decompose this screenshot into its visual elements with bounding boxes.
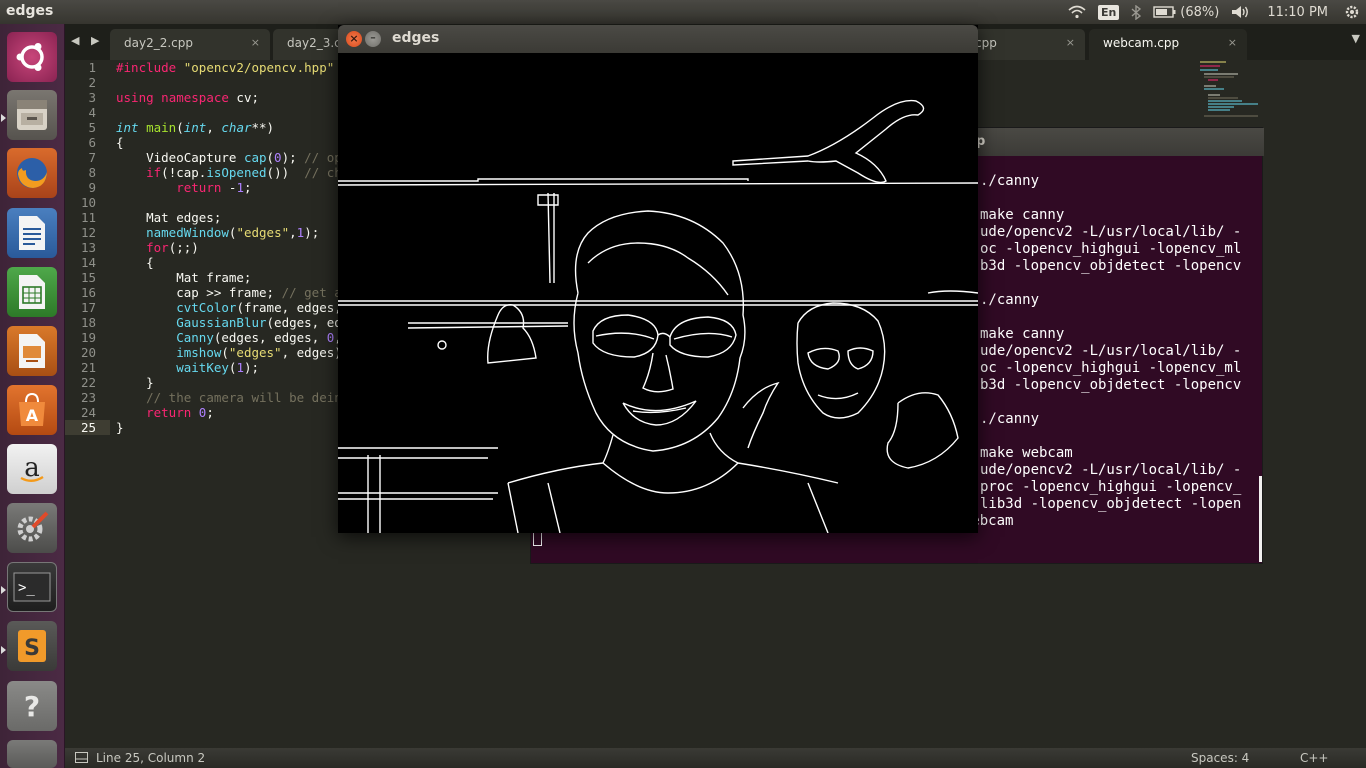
- line-number: 5: [88, 120, 96, 135]
- line-number: 24: [80, 405, 96, 420]
- files-icon[interactable]: [7, 90, 57, 140]
- line-number: 18: [80, 315, 96, 330]
- terminal-line: ./canny: [980, 292, 1040, 308]
- tab-close-icon[interactable]: ×: [1228, 36, 1237, 49]
- keyboard-layout-label: En: [1097, 4, 1120, 20]
- tab-webcam[interactable]: webcam.cpp ×: [1089, 29, 1247, 60]
- line-number: 25: [65, 420, 110, 435]
- cursor-position: Line 25, Column 2: [96, 751, 206, 765]
- terminal-line: lib3d -lopencv_objdetect -lopen: [980, 496, 1242, 512]
- line-number: 20: [80, 345, 96, 360]
- indicator-area: En (68%) 11:10 PM: [1062, 0, 1366, 24]
- active-window-title: edges: [6, 3, 54, 19]
- running-indicator: [1, 586, 6, 594]
- svg-text:>_: >_: [18, 580, 35, 596]
- terminal-line: ude/opencv2 -L/usr/local/lib/ -: [980, 343, 1242, 359]
- system-settings-icon[interactable]: [7, 503, 57, 553]
- bluetooth-icon[interactable]: [1125, 0, 1147, 24]
- indentation-setting[interactable]: Spaces: 4: [1191, 751, 1249, 765]
- minimize-icon[interactable]: –: [365, 31, 381, 47]
- canny-edge-image: [338, 53, 978, 533]
- tab-hidden-cpp[interactable]: cpp ×: [965, 29, 1085, 60]
- terminal-scrollbar[interactable]: [1259, 476, 1262, 562]
- battery-percent: (68%): [1180, 4, 1220, 20]
- tab-label: day2_2.cpp: [124, 36, 193, 50]
- terminal-line: ./canny: [980, 411, 1040, 427]
- launcher: A a >_ S ?: [0, 24, 65, 768]
- terminal-line: ./canny: [980, 173, 1040, 189]
- terminal-line: oc -lopencv_highgui -lopencv_ml: [980, 360, 1242, 376]
- battery-icon: [1153, 6, 1176, 18]
- running-indicator: [1, 114, 6, 122]
- line-number: 3: [88, 90, 96, 105]
- wifi-icon[interactable]: [1062, 0, 1092, 24]
- keyboard-layout-indicator[interactable]: En: [1092, 0, 1125, 24]
- line-number: 21: [80, 360, 96, 375]
- line-number: 11: [80, 210, 96, 225]
- tab-label: day2_3.c: [287, 36, 341, 50]
- line-number: 2: [88, 75, 96, 90]
- line-number: 4: [88, 105, 96, 120]
- terminal-line: proc -lopencv_highgui -lopencv_: [980, 479, 1242, 495]
- line-number: 9: [88, 180, 96, 195]
- volume-icon[interactable]: [1225, 0, 1257, 24]
- edges-titlebar[interactable]: × – edges: [338, 25, 978, 53]
- terminal-line: make canny: [980, 326, 1065, 342]
- ubuntu-dash-icon[interactable]: [7, 32, 57, 82]
- firefox-icon[interactable]: [7, 148, 57, 198]
- terminal-line: oc -lopencv_highgui -lopencv_ml: [980, 241, 1242, 257]
- edges-window-title: edges: [392, 30, 440, 46]
- terminal-line: ude/opencv2 -L/usr/local/lib/ -: [980, 224, 1242, 240]
- line-number: 7: [88, 150, 96, 165]
- tab-overflow-icon[interactable]: ▼: [1352, 32, 1360, 45]
- terminal-icon[interactable]: >_: [7, 562, 57, 612]
- battery-indicator[interactable]: (68%): [1147, 0, 1225, 24]
- running-indicator: [1, 646, 6, 654]
- ubuntu-software-center-icon[interactable]: A: [7, 385, 57, 435]
- tab-label: cpp: [975, 36, 997, 50]
- terminal-line: b3d -lopencv_objdetect -lopencv: [980, 258, 1242, 274]
- tab-day2-2[interactable]: day2_2.cpp ×: [110, 29, 270, 60]
- libreoffice-impress-icon[interactable]: [7, 326, 57, 376]
- edges-window[interactable]: × – edges: [338, 25, 978, 533]
- line-number: 16: [80, 285, 96, 300]
- tab-close-icon[interactable]: ×: [1066, 36, 1075, 49]
- top-panel: edges En (68%) 11:10 PM: [0, 0, 1366, 24]
- terminal-line: b3d -lopencv_objdetect -lopencv: [980, 377, 1242, 393]
- line-number: 19: [80, 330, 96, 345]
- svg-text:?: ?: [24, 690, 40, 723]
- svg-text:A: A: [26, 406, 39, 425]
- trash-icon[interactable]: [7, 740, 57, 768]
- power-gear-icon[interactable]: [1338, 0, 1366, 24]
- svg-text:S: S: [24, 636, 40, 661]
- clock[interactable]: 11:10 PM: [1257, 0, 1338, 24]
- sublime-text-icon[interactable]: S: [7, 621, 57, 671]
- line-number: 14: [80, 255, 96, 270]
- libreoffice-calc-icon[interactable]: [7, 267, 57, 317]
- tab-nav-arrows[interactable]: ◀ ▶: [71, 34, 103, 47]
- line-number: 10: [80, 195, 96, 210]
- terminal-line: make webcam: [980, 445, 1073, 461]
- close-icon[interactable]: ×: [346, 31, 362, 47]
- amazon-icon[interactable]: a: [7, 444, 57, 494]
- terminal-line: make canny: [980, 207, 1065, 223]
- line-number-gutter: 1 2 3 4 5 6 7 8 9 10 11 12 13 14 15 16 17 18 19 20 21 22 23 24 2…: [65, 60, 110, 748]
- line-number: 1: [88, 60, 96, 75]
- line-number: 13: [80, 240, 96, 255]
- tab-close-icon[interactable]: ×: [251, 36, 260, 49]
- status-bar: Line 25, Column 2 Spaces: 4 C++: [65, 748, 1366, 768]
- libreoffice-writer-icon[interactable]: [7, 208, 57, 258]
- line-number: 15: [80, 270, 96, 285]
- line-number: 6: [88, 135, 96, 150]
- terminal-line: ude/opencv2 -L/usr/local/lib/ -: [980, 462, 1242, 478]
- line-number: 17: [80, 300, 96, 315]
- line-number: 23: [80, 390, 96, 405]
- syntax-setting[interactable]: C++: [1300, 751, 1329, 765]
- panel-toggle-icon[interactable]: [75, 752, 88, 766]
- tab-label: webcam.cpp: [1103, 36, 1180, 50]
- line-number: 8: [88, 165, 96, 180]
- line-number: 12: [80, 225, 96, 240]
- line-number: 22: [80, 375, 96, 390]
- help-icon[interactable]: ?: [7, 681, 57, 731]
